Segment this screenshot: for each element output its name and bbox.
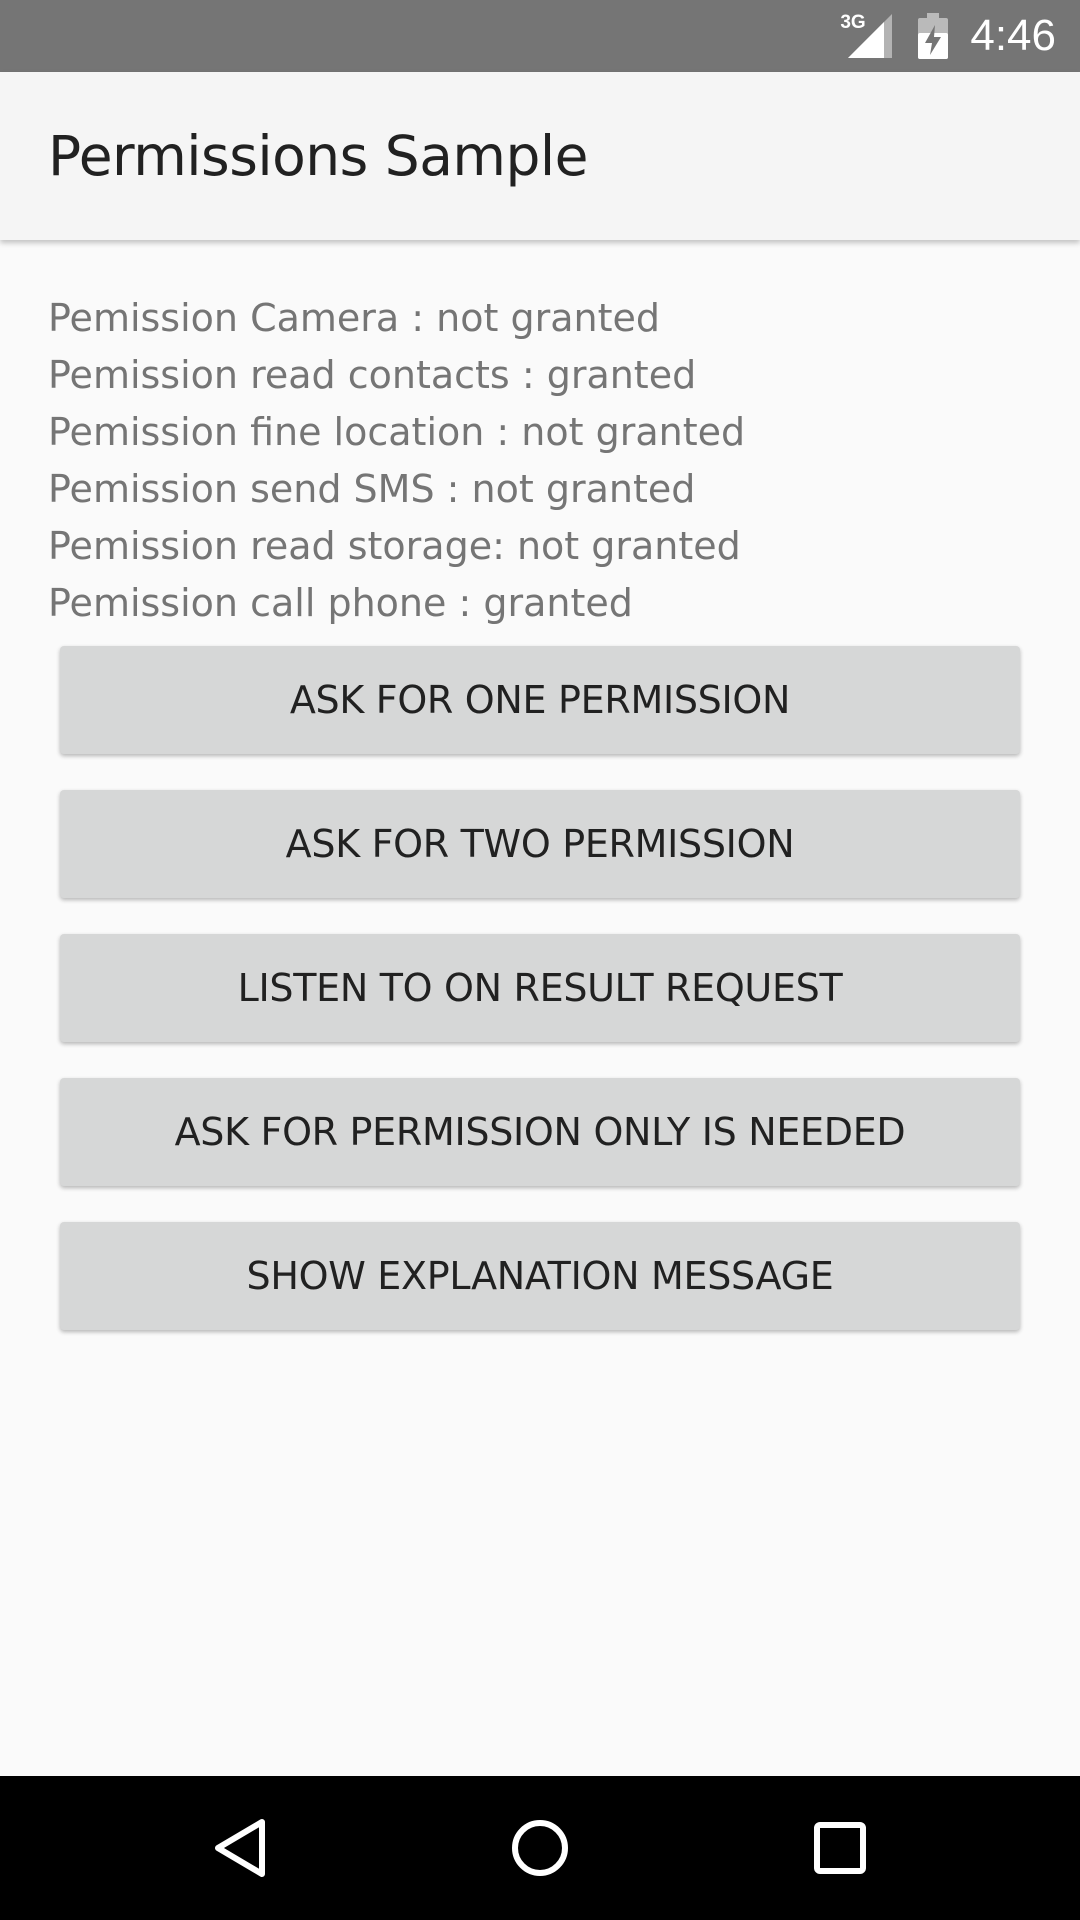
app-title: Permissions Sample — [48, 124, 589, 188]
permission-phone-status: Pemission call phone : granted — [48, 581, 633, 625]
permission-contacts-status: Pemission read contacts : granted — [48, 353, 697, 397]
permission-sms-status: Pemission send SMS : not granted — [48, 467, 696, 511]
ask-permission-if-needed-button[interactable]: ASK FOR PERMISSION ONLY IS NEEDED — [60, 1078, 1020, 1186]
app-bar: Permissions Sample — [0, 72, 1080, 240]
ask-one-permission-button[interactable]: ASK FOR ONE PERMISSION — [60, 646, 1020, 754]
permission-location-status: Pemission fine location : not granted — [48, 410, 746, 454]
permission-status-list: Pemission Camera : not granted Pemission… — [48, 290, 1048, 632]
back-icon — [215, 1819, 265, 1877]
home-button[interactable] — [450, 1776, 630, 1920]
back-button[interactable] — [150, 1776, 330, 1920]
listen-result-request-button[interactable]: LISTEN TO ON RESULT REQUEST — [60, 934, 1020, 1042]
permission-camera-status: Pemission Camera : not granted — [48, 296, 660, 340]
signal-icon — [848, 14, 893, 58]
status-icons: 3G 4:46 — [840, 0, 1056, 72]
clock: 4:46 — [970, 11, 1056, 60]
home-icon — [512, 1820, 568, 1876]
navigation-bar — [0, 1776, 1080, 1920]
permission-storage-status: Pemission read storage: not granted — [48, 524, 741, 568]
action-buttons: ASK FOR ONE PERMISSION ASK FOR TWO PERMI… — [60, 646, 1020, 1366]
recents-button[interactable] — [750, 1776, 930, 1920]
show-explanation-button[interactable]: SHOW EXPLANATION MESSAGE — [60, 1222, 1020, 1330]
battery-charging-icon — [918, 13, 949, 59]
ask-two-permission-button[interactable]: ASK FOR TWO PERMISSION — [60, 790, 1020, 898]
recents-icon — [814, 1822, 866, 1874]
signal-indicator: 3G — [840, 12, 896, 60]
status-bar: 3G 4:46 — [0, 0, 1080, 72]
